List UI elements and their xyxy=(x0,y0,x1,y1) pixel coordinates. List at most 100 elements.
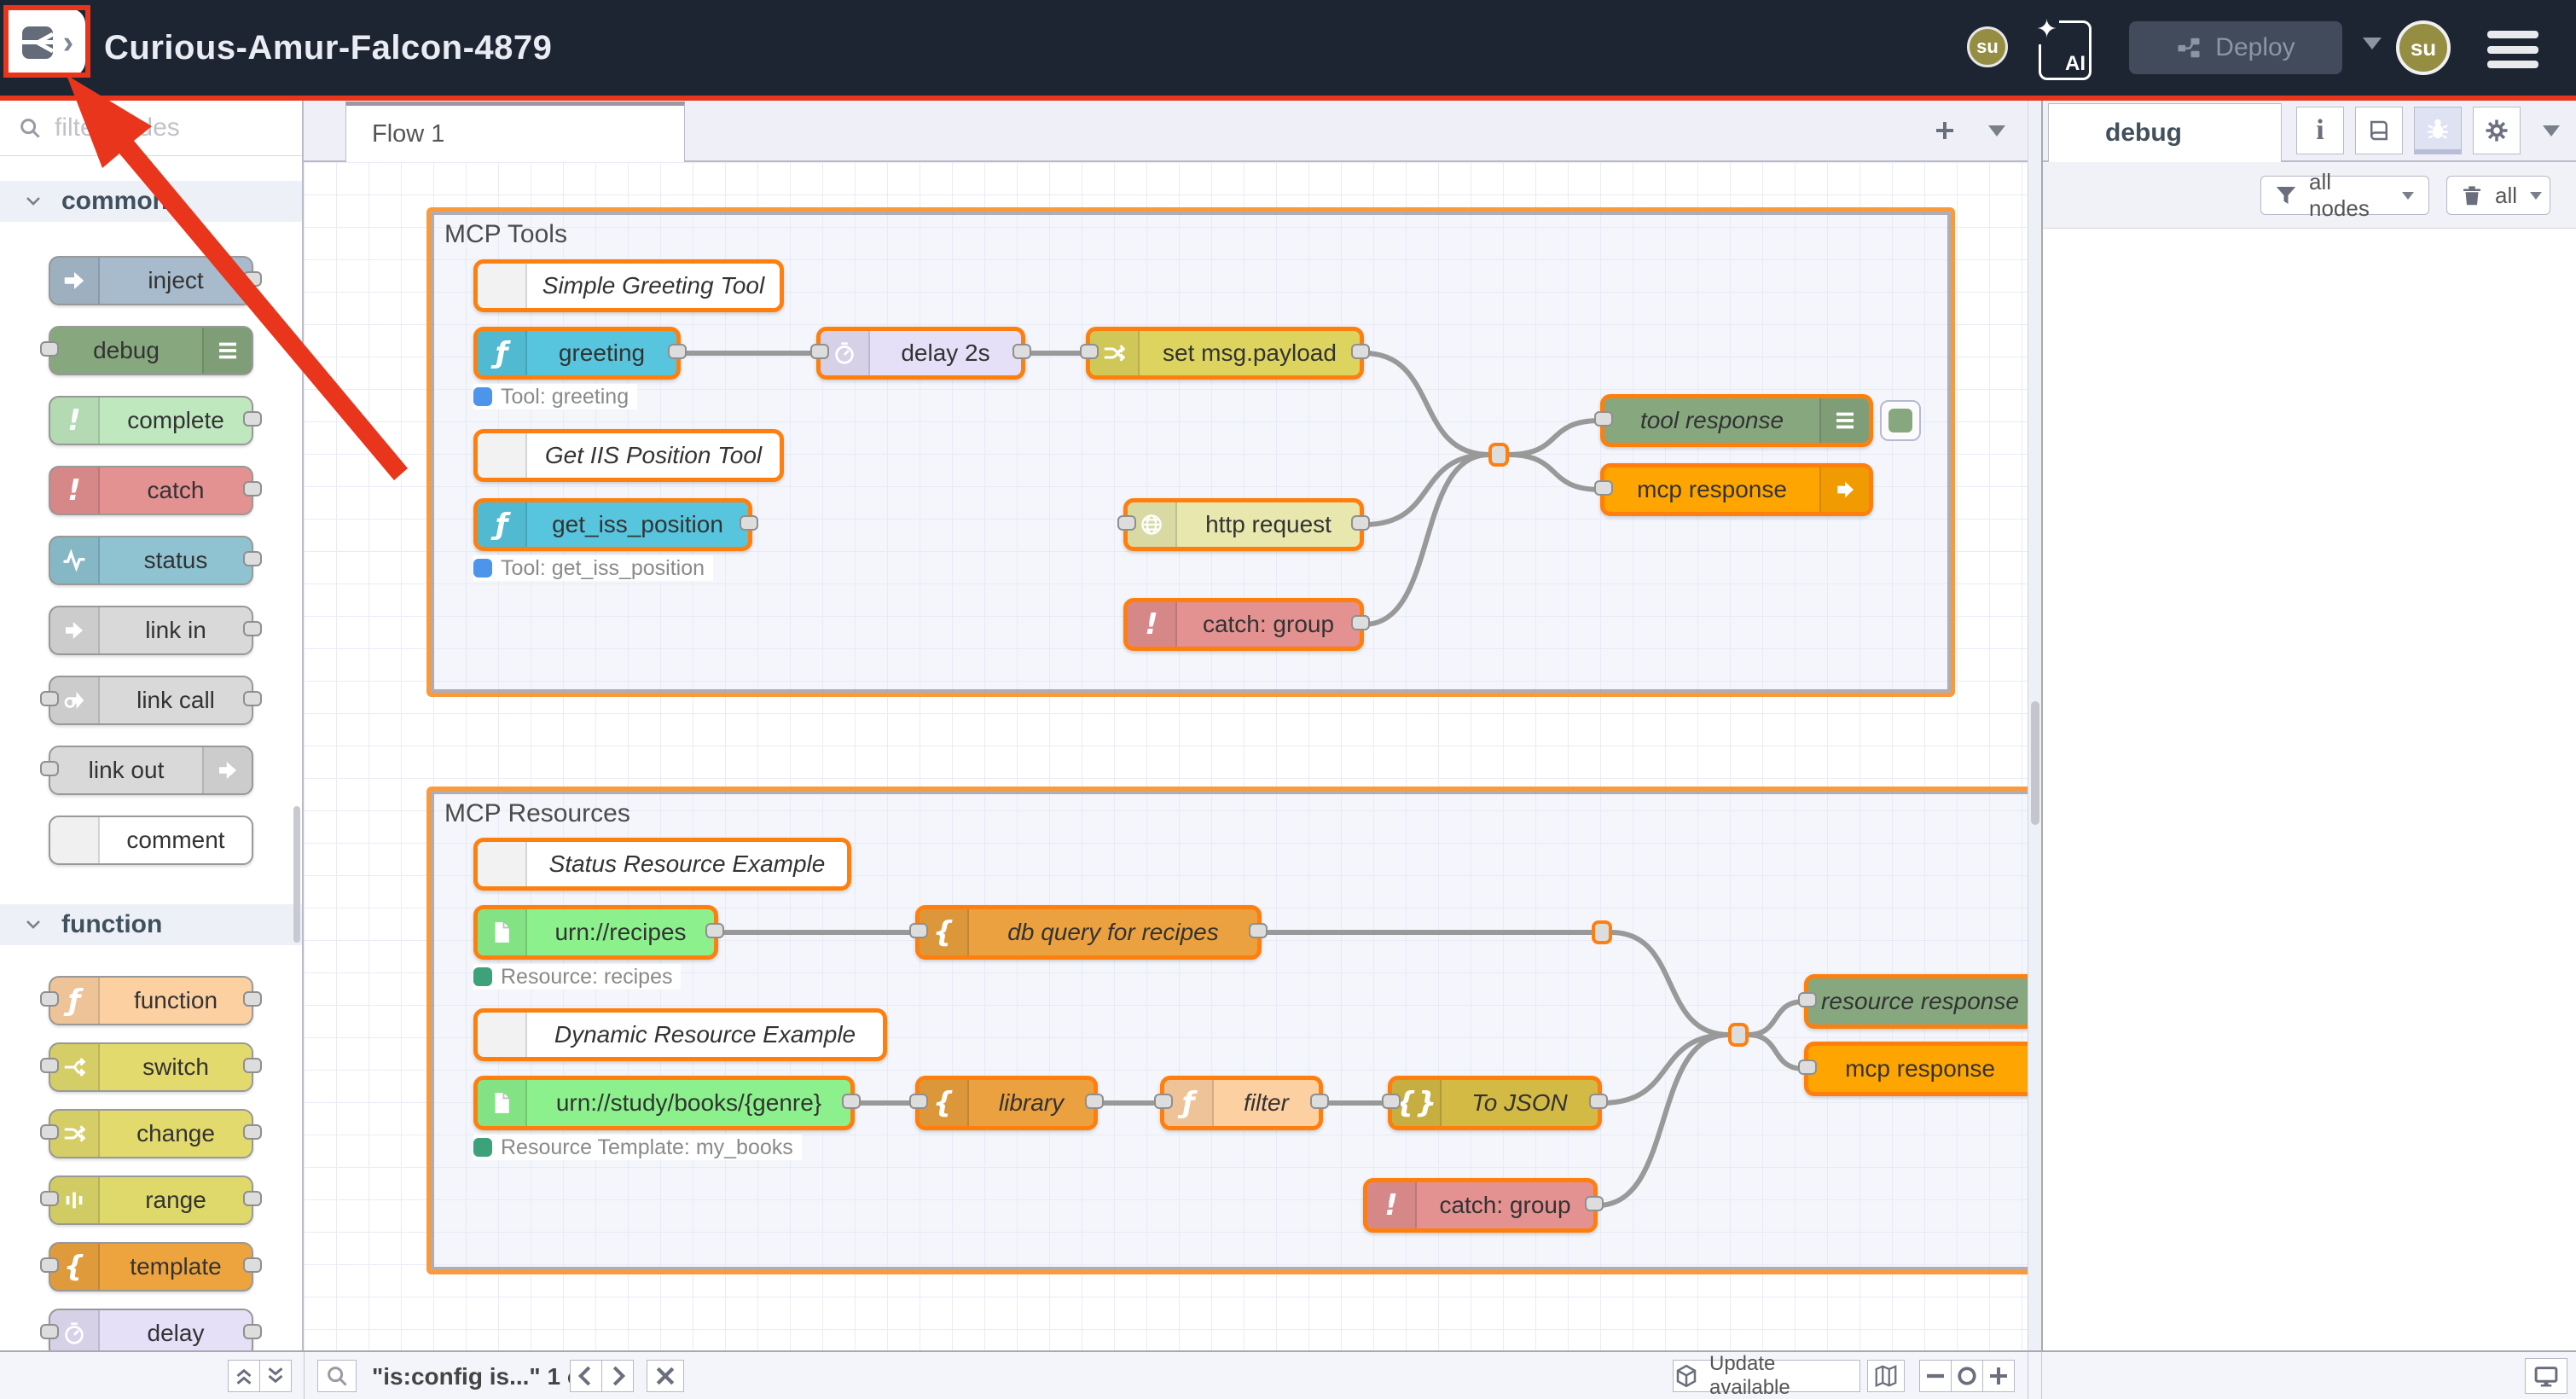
flow-list-caret[interactable] xyxy=(1988,125,2005,136)
palette-section-function[interactable]: function xyxy=(0,904,302,945)
menu-icon[interactable] xyxy=(2487,31,2538,68)
input-port[interactable] xyxy=(40,1058,59,1073)
flow-node-delay-2s[interactable]: delay 2s xyxy=(816,327,1025,380)
wire[interactable] xyxy=(1748,1035,1804,1069)
wire[interactable] xyxy=(1611,932,1729,1035)
flow-node-urn-recipes[interactable]: urn://recipes xyxy=(473,905,718,960)
wire[interactable] xyxy=(1508,455,1600,490)
wire-junction[interactable] xyxy=(1488,443,1509,467)
output-port[interactable] xyxy=(1585,1196,1604,1211)
output-port[interactable] xyxy=(243,621,262,636)
palette-node-template[interactable]: {template xyxy=(49,1242,253,1292)
output-port[interactable] xyxy=(1351,515,1370,531)
wire[interactable] xyxy=(1364,455,1489,624)
input-port[interactable] xyxy=(1154,1094,1173,1109)
flow-canvas[interactable]: MCP ToolsMCP ResourcesSimple Greeting To… xyxy=(304,162,2028,1350)
debug-enable-toggle[interactable] xyxy=(1880,400,1921,441)
comment-node-simple-greeting-tool[interactable]: Simple Greeting Tool xyxy=(473,259,784,312)
palette-scrollbar[interactable] xyxy=(293,806,300,943)
flow-node-mcp-response[interactable]: mcp response xyxy=(1804,1042,2028,1096)
zoom-out-button[interactable] xyxy=(1919,1360,1952,1392)
input-port[interactable] xyxy=(810,344,829,359)
palette-node-inject[interactable]: inject xyxy=(49,256,253,305)
palette-search-input[interactable]: filter nodes xyxy=(0,100,302,156)
add-flow-button[interactable] xyxy=(1924,110,1965,151)
input-port[interactable] xyxy=(40,341,59,357)
debug-filter-button[interactable]: all nodes xyxy=(2260,176,2429,215)
flow-node-tool-response[interactable]: tool response xyxy=(1600,394,1873,447)
output-port[interactable] xyxy=(243,481,262,496)
palette-section-common[interactable]: common xyxy=(0,181,302,222)
input-port[interactable] xyxy=(40,991,59,1007)
flow-node-library[interactable]: {library xyxy=(915,1076,1098,1130)
flow-node-resource-response[interactable]: resource response xyxy=(1804,974,2028,1029)
collaborator-avatar[interactable]: su xyxy=(1967,26,2008,67)
wire[interactable] xyxy=(1364,353,1489,455)
output-port[interactable] xyxy=(1310,1094,1329,1109)
comment-node-status-resource-example[interactable]: Status Resource Example xyxy=(473,838,851,891)
sidebar-tabs-caret[interactable] xyxy=(2543,125,2560,136)
flow-node-greeting[interactable]: ƒgreeting xyxy=(473,327,681,380)
output-port[interactable] xyxy=(705,923,724,938)
palette-node-change[interactable]: change xyxy=(49,1109,253,1158)
output-port[interactable] xyxy=(1249,923,1268,938)
wire[interactable] xyxy=(1364,455,1489,525)
wire[interactable] xyxy=(1748,1001,1804,1035)
flow-node-catch-group[interactable]: !catch: group xyxy=(1363,1178,1598,1233)
input-port[interactable] xyxy=(1798,1059,1817,1075)
search-prev-button[interactable] xyxy=(570,1360,602,1392)
palette-node-link-in[interactable]: link in xyxy=(49,606,253,655)
input-port[interactable] xyxy=(40,1191,59,1206)
palette-node-range[interactable]: range xyxy=(49,1176,253,1225)
output-port[interactable] xyxy=(243,1124,262,1140)
palette-node-debug[interactable]: debug xyxy=(49,326,253,375)
deploy-dropdown-caret[interactable] xyxy=(2363,38,2382,49)
flow-node-http-request[interactable]: http request xyxy=(1123,498,1364,551)
output-port[interactable] xyxy=(1351,344,1370,359)
flow-node-to-json[interactable]: {}To JSON xyxy=(1388,1076,1602,1130)
search-next-button[interactable] xyxy=(601,1360,634,1392)
output-port[interactable] xyxy=(243,1191,262,1206)
debug-clear-button[interactable]: all xyxy=(2446,176,2550,215)
input-port[interactable] xyxy=(40,761,59,776)
ai-assistant-button[interactable]: ✦ AI xyxy=(2039,20,2092,80)
flow-node-get-iss-position[interactable]: ƒget_iss_position xyxy=(473,498,752,551)
input-port[interactable] xyxy=(909,923,928,938)
output-port[interactable] xyxy=(243,1257,262,1273)
input-port[interactable] xyxy=(909,1094,928,1109)
zoom-in-button[interactable] xyxy=(1982,1360,2015,1392)
output-port[interactable] xyxy=(1085,1094,1104,1109)
input-port[interactable] xyxy=(1594,480,1613,496)
palette-node-function[interactable]: ƒfunction xyxy=(49,976,253,1025)
scroll-top-button[interactable] xyxy=(228,1360,260,1392)
input-port[interactable] xyxy=(40,691,59,706)
tab-flow-1[interactable]: Flow 1 xyxy=(345,102,685,162)
output-port[interactable] xyxy=(243,991,262,1007)
input-port[interactable] xyxy=(1594,411,1613,427)
config-tab-button[interactable] xyxy=(2473,107,2521,154)
tab-debug[interactable]: debug xyxy=(2048,103,2282,162)
input-port[interactable] xyxy=(1798,992,1817,1007)
output-port[interactable] xyxy=(740,515,758,531)
help-tab-button[interactable] xyxy=(2355,107,2403,154)
output-port[interactable] xyxy=(243,1058,262,1073)
output-port[interactable] xyxy=(1589,1094,1608,1109)
input-port[interactable] xyxy=(1382,1094,1401,1109)
flow-node-mcp-response[interactable]: mcp response xyxy=(1600,463,1873,516)
comment-node-get-iis-position-tool[interactable]: Get IIS Position Tool xyxy=(473,429,784,482)
flow-node-catch-group[interactable]: !catch: group xyxy=(1123,598,1364,651)
input-port[interactable] xyxy=(40,1324,59,1339)
palette-node-complete[interactable]: !complete xyxy=(49,396,253,445)
wire-junction[interactable] xyxy=(1728,1023,1749,1047)
input-port[interactable] xyxy=(1080,344,1099,359)
flow-node-filter[interactable]: ƒfilter xyxy=(1160,1076,1323,1130)
palette-node-comment[interactable]: comment xyxy=(49,816,253,865)
zoom-reset-button[interactable] xyxy=(1951,1360,1983,1392)
output-port[interactable] xyxy=(243,271,262,287)
output-port[interactable] xyxy=(1012,344,1031,359)
wire[interactable] xyxy=(1598,1035,1729,1205)
output-port[interactable] xyxy=(1351,615,1370,630)
comment-node-dynamic-resource-example[interactable]: Dynamic Resource Example xyxy=(473,1008,887,1061)
flow-node-db-query-for-recipes[interactable]: {db query for recipes xyxy=(915,905,1262,960)
flow-node-set-msg-payload[interactable]: set msg.payload xyxy=(1086,327,1364,380)
